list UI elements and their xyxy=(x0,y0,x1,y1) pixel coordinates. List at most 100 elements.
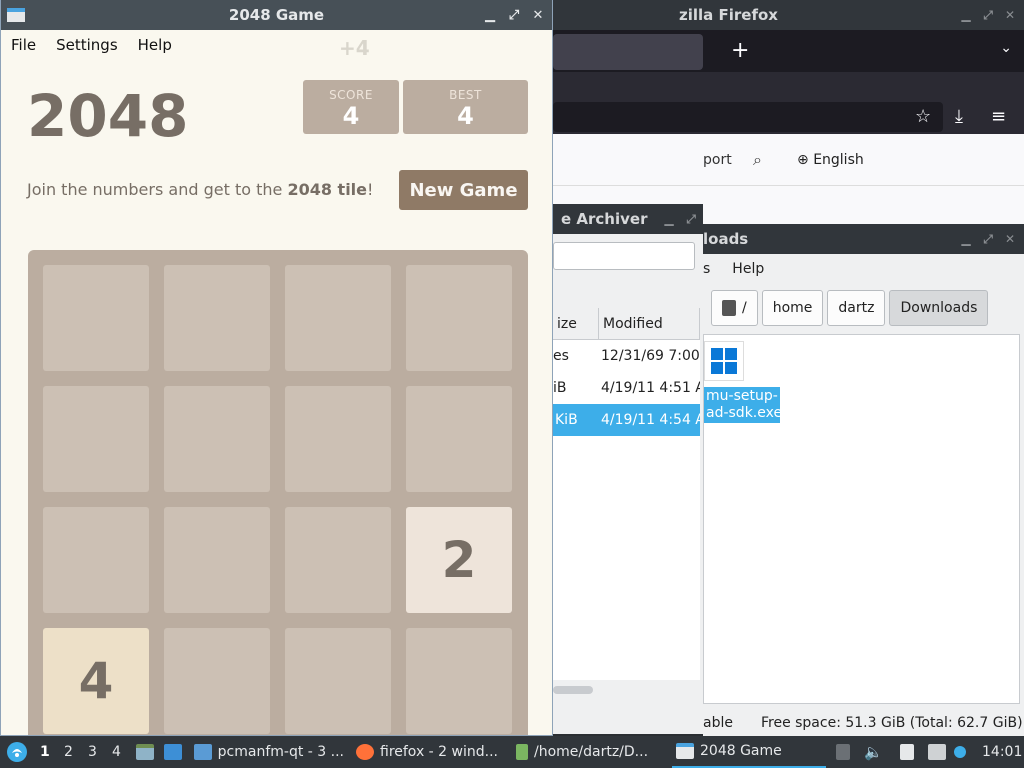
maximize-icon[interactable]: ⤢ xyxy=(508,8,520,23)
firefox-titlebar[interactable]: zilla Firefox ▁ ⤢ ✕ xyxy=(553,0,1024,30)
app-menu-icon[interactable] xyxy=(6,736,28,768)
show-desktop-icon[interactable] xyxy=(164,736,182,768)
new-game-button[interactable]: New Game xyxy=(399,170,528,210)
firefox-tab[interactable] xyxy=(553,34,703,70)
path-crumb-dartz[interactable]: dartz xyxy=(827,290,886,326)
column-modified[interactable]: Modified xyxy=(599,308,700,340)
tab-list-icon[interactable]: ⌄ xyxy=(1000,40,1012,56)
windows-exe-icon[interactable] xyxy=(704,341,744,381)
firefox-icon xyxy=(356,744,374,760)
empty-cell xyxy=(285,628,391,734)
desktop-4[interactable]: 4 xyxy=(112,736,121,768)
path-bar: / home dartz Downloads xyxy=(711,290,989,326)
score-addition: +4 xyxy=(339,36,370,60)
new-tab-button[interactable]: + xyxy=(731,38,749,63)
game-intro: Join the numbers and get to the 2048 til… xyxy=(27,180,374,199)
score-box: SCORE 4 xyxy=(303,80,399,134)
close-icon[interactable]: ✕ xyxy=(532,8,544,23)
task-firefox[interactable]: firefox - 2 wind... xyxy=(356,736,506,768)
path-crumb-root[interactable]: / xyxy=(711,290,758,326)
menu-tools[interactable]: s xyxy=(703,261,710,277)
file-name-label[interactable]: mu-setup- ad-sdk.exe xyxy=(704,387,782,423)
minimize-icon[interactable]: ▁ xyxy=(960,8,972,22)
best-value: 4 xyxy=(457,102,474,130)
clipboard-icon[interactable] xyxy=(900,736,914,768)
empty-cell xyxy=(285,265,391,371)
tile-2: 2 xyxy=(406,507,512,613)
desktop-2[interactable]: 2 xyxy=(64,736,73,768)
tile-4: 4 xyxy=(43,628,149,734)
task-archiver[interactable]: /home/dartz/D... xyxy=(516,736,666,768)
clock[interactable]: 14:01 xyxy=(982,736,1022,768)
search-icon[interactable]: ⌕ xyxy=(753,150,762,170)
url-bar[interactable] xyxy=(553,102,943,132)
path-crumb-downloads[interactable]: Downloads xyxy=(889,290,989,326)
window-icon xyxy=(676,743,694,759)
file-manager-titlebar[interactable]: loads ▁ ⤢ ✕ xyxy=(703,224,1024,254)
horizontal-scrollbar[interactable] xyxy=(553,686,593,694)
table-row-selected[interactable]: KiB 4/19/11 4:54 A xyxy=(553,404,700,436)
taskbar: 1 2 3 4 pcmanfm-qt - 3 ... firefox - 2 w… xyxy=(0,736,1024,768)
support-link[interactable]: port xyxy=(703,152,732,168)
score-value: 4 xyxy=(342,102,360,130)
archiver-title: e Archiver xyxy=(561,210,648,228)
empty-cell xyxy=(406,386,512,492)
minimize-icon[interactable]: ▁ xyxy=(484,8,496,23)
table-row[interactable]: iB 4/19/11 4:51 A xyxy=(553,372,700,404)
file-view[interactable]: mu-setup- ad-sdk.exe xyxy=(703,334,1020,704)
minimize-icon[interactable]: ▁ xyxy=(663,212,675,226)
game-titlebar[interactable]: 2048 Game ▁ ⤢ ✕ xyxy=(1,0,552,30)
window-icon xyxy=(7,8,25,22)
game-board[interactable]: 24 xyxy=(28,250,528,735)
network-icon[interactable] xyxy=(928,736,946,768)
maximize-icon[interactable]: ⤢ xyxy=(982,232,994,247)
minimize-icon[interactable]: ▁ xyxy=(960,232,972,246)
game-menubar: File Settings Help xyxy=(1,30,552,60)
empty-cell xyxy=(164,628,270,734)
menu-help[interactable]: Help xyxy=(138,36,172,54)
menu-help[interactable]: Help xyxy=(732,261,764,277)
column-size[interactable]: ize xyxy=(553,308,599,340)
downloads-icon[interactable]: ⤓ xyxy=(955,106,963,127)
bookmark-star-icon[interactable]: ☆ xyxy=(915,106,931,127)
file-manager-window: loads ▁ ⤢ ✕ s Help / home dartz Download… xyxy=(703,224,1024,736)
score-label: SCORE xyxy=(329,88,373,102)
game-title: 2048 xyxy=(27,82,189,150)
maximize-icon[interactable]: ⤢ xyxy=(982,8,994,23)
archiver-window: e Archiver ▁ ⤢ ize Modified es 12/31/69 … xyxy=(553,204,703,734)
status-bar: able Free space: 51.3 GiB (Total: 62.7 G… xyxy=(703,710,1024,736)
hamburger-menu-icon[interactable]: ≡ xyxy=(991,106,1006,127)
language-selector[interactable]: ⊕ English xyxy=(797,152,864,168)
empty-cell xyxy=(406,265,512,371)
best-box: BEST 4 xyxy=(403,80,528,134)
path-crumb-home[interactable]: home xyxy=(761,290,824,326)
task-2048[interactable]: 2048 Game xyxy=(672,736,826,768)
menu-file[interactable]: File xyxy=(11,36,36,54)
menu-settings[interactable]: Settings xyxy=(56,36,118,54)
close-icon[interactable]: ✕ xyxy=(1004,232,1016,246)
task-pcmanfm[interactable]: pcmanfm-qt - 3 ... xyxy=(194,736,344,768)
firefox-window: zilla Firefox ▁ ⤢ ✕ + ⌄ ☆ ⤓ ≡ port ⌕ ⊕ E… xyxy=(553,0,1024,226)
tray-up-icon[interactable] xyxy=(836,736,850,768)
desktop-3[interactable]: 3 xyxy=(88,736,97,768)
game-window-title: 2048 Game xyxy=(228,6,325,24)
archiver-path-field[interactable] xyxy=(553,242,695,270)
archiver-file-list: es 12/31/69 7:00 iB 4/19/11 4:51 A KiB 4… xyxy=(553,340,700,680)
empty-cell xyxy=(164,386,270,492)
empty-cell xyxy=(406,628,512,734)
firefox-tab-strip: + ⌄ xyxy=(553,30,1024,72)
file-manager-title: loads xyxy=(703,230,749,248)
update-notifier-icon[interactable] xyxy=(954,736,966,768)
empty-cell xyxy=(43,265,149,371)
archiver-titlebar[interactable]: e Archiver ▁ ⤢ xyxy=(553,204,703,234)
game-window: 2048 Game ▁ ⤢ ✕ File Settings Help +4 20… xyxy=(0,0,553,736)
desktop-1[interactable]: 1 xyxy=(40,736,50,768)
firefox-navbar: ☆ ⤓ ≡ xyxy=(553,72,1024,134)
maximize-icon[interactable]: ⤢ xyxy=(685,212,697,227)
firefox-title: zilla Firefox xyxy=(679,6,778,24)
status-left: able xyxy=(703,715,733,731)
close-icon[interactable]: ✕ xyxy=(1004,8,1016,22)
table-row[interactable]: es 12/31/69 7:00 xyxy=(553,340,700,372)
volume-icon[interactable]: 🔈 xyxy=(864,736,883,768)
files-launcher-icon[interactable] xyxy=(136,736,154,768)
